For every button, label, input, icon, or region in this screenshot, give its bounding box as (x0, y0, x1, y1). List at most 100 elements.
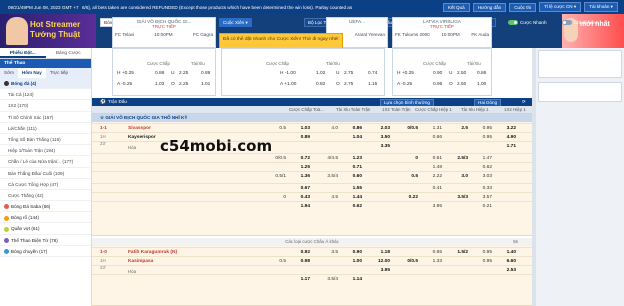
sidebar-item-market[interactable]: Hiệp 1/Toàn Trận (194) (0, 145, 91, 157)
odds-cell[interactable]: 3.0 (444, 174, 468, 179)
odds-cell: 0.5 (279, 126, 286, 131)
sidebar-item-soccer[interactable]: Bóng đá (4) (0, 78, 91, 90)
more-markets-link[interactable]: Các loại cược Châu Á khác 56 (92, 238, 532, 246)
parlay-view-button[interactable]: Cuộc Xiên (219, 18, 252, 27)
toggle-icon (562, 20, 572, 26)
odds-cell[interactable]: 3.50 (366, 135, 390, 140)
odds-cell[interactable]: 4.90 (492, 135, 516, 140)
promo-card[interactable] (538, 82, 622, 102)
odds-cell[interactable]: 2.5 (444, 126, 468, 131)
odds-cell[interactable]: 2.03 (366, 126, 390, 131)
odds-cell: 0.66 (432, 135, 442, 140)
odds-cell[interactable]: 0.86 (338, 126, 362, 131)
sidebar-item-market[interactable]: Cược Thắng (42) (0, 190, 91, 202)
refresh-icon[interactable]: ⟳ (522, 98, 526, 106)
feature-odds-card[interactable]: Cược Chấp Tài/Xỉu H +0.25 0.88 U 2.25 0.8… (112, 48, 216, 96)
tab-live[interactable]: Trực tiếp (46, 68, 72, 78)
odds-cell[interactable]: 0.90 (338, 250, 362, 255)
odds-cell[interactable]: 3.35 (366, 144, 390, 149)
odds-cell[interactable]: 1.03 (286, 126, 310, 131)
sidebar-item-market[interactable]: Tỉ Số Chính Xác (157) (0, 112, 91, 123)
odds-cell[interactable]: 0/0.5 (394, 126, 418, 131)
tab-betslip[interactable]: Phiếu Đặt... (0, 48, 46, 58)
odds-cell[interactable]: 3.22 (492, 126, 516, 131)
odds-cell[interactable]: 0.67 (286, 186, 310, 191)
toggle-icon (508, 20, 518, 26)
odds-cell[interactable]: 1.44 (338, 195, 362, 200)
sidebar-item-market[interactable]: Cả Cược Tổng Hợp (47) (0, 179, 91, 190)
feature-odds-card[interactable]: Cược Chấp Tài/Xỉu H -1.00 1.02 U 2.75 0.7… (221, 48, 385, 96)
odds-row: 0.5/1 1.36 3.5/4 0.60 0.5 2.22 3.0 3.03 (92, 171, 532, 180)
odds-cell[interactable]: 1.14 (338, 277, 362, 282)
odds-cell[interactable]: 1.36 (286, 174, 310, 179)
odds-cell[interactable]: 0.62 (338, 204, 362, 209)
odds-cell[interactable]: 0.22 (394, 195, 418, 200)
sidebar-item-market[interactable]: Tài Cả (124) (0, 89, 91, 101)
odds-cell[interactable]: 1.40 (492, 250, 516, 255)
sidebar-item-market[interactable]: Lẻ/Chẵn (111) (0, 123, 91, 134)
tab-today[interactable]: Hôm Nay (17, 68, 46, 78)
odds-cell[interactable]: 1.17 (286, 277, 310, 282)
basketball-icon (4, 215, 9, 221)
odds-cell[interactable]: 1.18 (366, 250, 390, 255)
sidebar-item-volleyball[interactable]: Bóng chuyền (17) (0, 246, 91, 257)
odds-cell[interactable]: 0.72 (286, 156, 310, 161)
odds-row: 3.35 1.71 (92, 141, 532, 150)
tab-bet-list[interactable]: Bảng Cược (46, 48, 92, 58)
sidebar-item-market[interactable]: Bàn Thắng Đầu/ Cuối (109) (0, 168, 91, 179)
odds-cell[interactable]: 0.98 (286, 259, 310, 264)
odds-cell: 0/0.5 (275, 156, 286, 161)
odds-cell[interactable]: 0.71 (338, 165, 362, 170)
streamer-banner[interactable]: Hot Streamer Tướng Thuật (0, 14, 96, 48)
odds-row: 0.89 1.04 3.50 0.66 0.95 4.90 (92, 132, 532, 141)
sidebar-item-basketball[interactable]: Bóng rổ (144) (0, 212, 91, 224)
promo-card[interactable] (538, 50, 622, 78)
odds-cell[interactable]: 2.53 (492, 268, 516, 273)
odds-cell[interactable]: 1.5/2 (444, 250, 468, 255)
odds-cell[interactable]: 3.95 (366, 268, 390, 273)
odds-cell[interactable]: 0.92 (286, 250, 310, 255)
odds-cell[interactable]: 6.60 (492, 259, 516, 264)
sports-section-title[interactable]: Thể Thao (0, 59, 91, 68)
odds-cell: 0.41 (432, 186, 442, 191)
odds-cell: 3.5/4 (327, 277, 338, 282)
sidebar-item-saba-soccer[interactable]: Bóng Đá Saba (56) (0, 201, 91, 213)
odds-row: 1.25 0.71 1.48 0.62 (92, 162, 532, 171)
odds-cell[interactable]: 1.04 (338, 135, 362, 140)
single-channel-toggle[interactable]: Chỉ độ kênh (562, 18, 599, 27)
quick-bet-toggle[interactable]: Cược Nhanh (508, 18, 547, 27)
odds-cell[interactable]: 1.25 (286, 165, 310, 170)
odds-cell[interactable]: 0 (394, 156, 418, 161)
announcement-marquee[interactable]: 6/6], all bets taken are considered REFU… (82, 5, 440, 10)
sidebar-item-esports[interactable]: Thể Thao Điện Tử (76) (0, 235, 91, 246)
tab-early[interactable]: Sớm (0, 68, 18, 78)
sidebar-item-market[interactable]: Tổng Số Bàn Thắng (116) (0, 134, 91, 146)
feature-match-card[interactable]: LATVIA VIRSLIGA TRỰC TIẾP FK Tukums 2000… (392, 17, 492, 48)
odds-type-select[interactable]: Tỉ lệ cược CN (539, 2, 582, 12)
contest-button[interactable]: Cuộc thi (509, 2, 537, 12)
sidebar-item-market[interactable]: 1X2 (170) (0, 100, 91, 112)
feature-match-card[interactable]: GIẢI VÔ ĐỊCH QUỐC GI... TRỰC TIẾP FC Tel… (112, 17, 216, 48)
results-button[interactable]: Kết Quả (442, 2, 470, 12)
sidebar-item-market[interactable]: Chẵn / Lẻ của Nửa trận/... (177) (0, 156, 91, 168)
guide-button[interactable]: Hướng dẫn (472, 2, 507, 12)
odds-cell[interactable]: 0.89 (286, 135, 310, 140)
odds-cell[interactable]: 2.5/3 (444, 156, 468, 161)
odds-cell[interactable]: 3.5/3 (444, 195, 468, 200)
odds-cell[interactable]: 0/0.5 (394, 259, 418, 264)
odds-cell: 0.21 (482, 204, 492, 209)
odds-cell[interactable]: 1.55 (338, 186, 362, 191)
odds-cell[interactable]: 0.5 (394, 174, 418, 179)
league-header[interactable]: ☆ GIẢI VÔ ĐỊCH QUỐC GIA THỔ NHĨ KỲ (92, 114, 532, 122)
sidebar-item-tennis[interactable]: Quần vợt (61) (0, 223, 91, 235)
odds-cell[interactable]: 1.23 (338, 156, 362, 161)
odds-cell[interactable]: 0.60 (338, 174, 362, 179)
odds-cell[interactable]: 1.00 (338, 259, 362, 264)
odds-cell[interactable]: 1.71 (492, 144, 516, 149)
odds-cell[interactable]: 0.43 (286, 195, 310, 200)
odds-cell[interactable]: 12.00 (366, 259, 390, 264)
odds-cell[interactable]: 1.94 (286, 204, 310, 209)
main-odds-panel: Cược Chấp Tài/Xỉu H +0.25 0.88 U 2.25 0.8… (92, 48, 532, 306)
feature-odds-card[interactable]: Cược Chấp Tài/Xỉu H +0.25 0.90 U 2.50 0.8… (392, 48, 492, 96)
account-menu[interactable]: Tài khoản (584, 2, 618, 12)
